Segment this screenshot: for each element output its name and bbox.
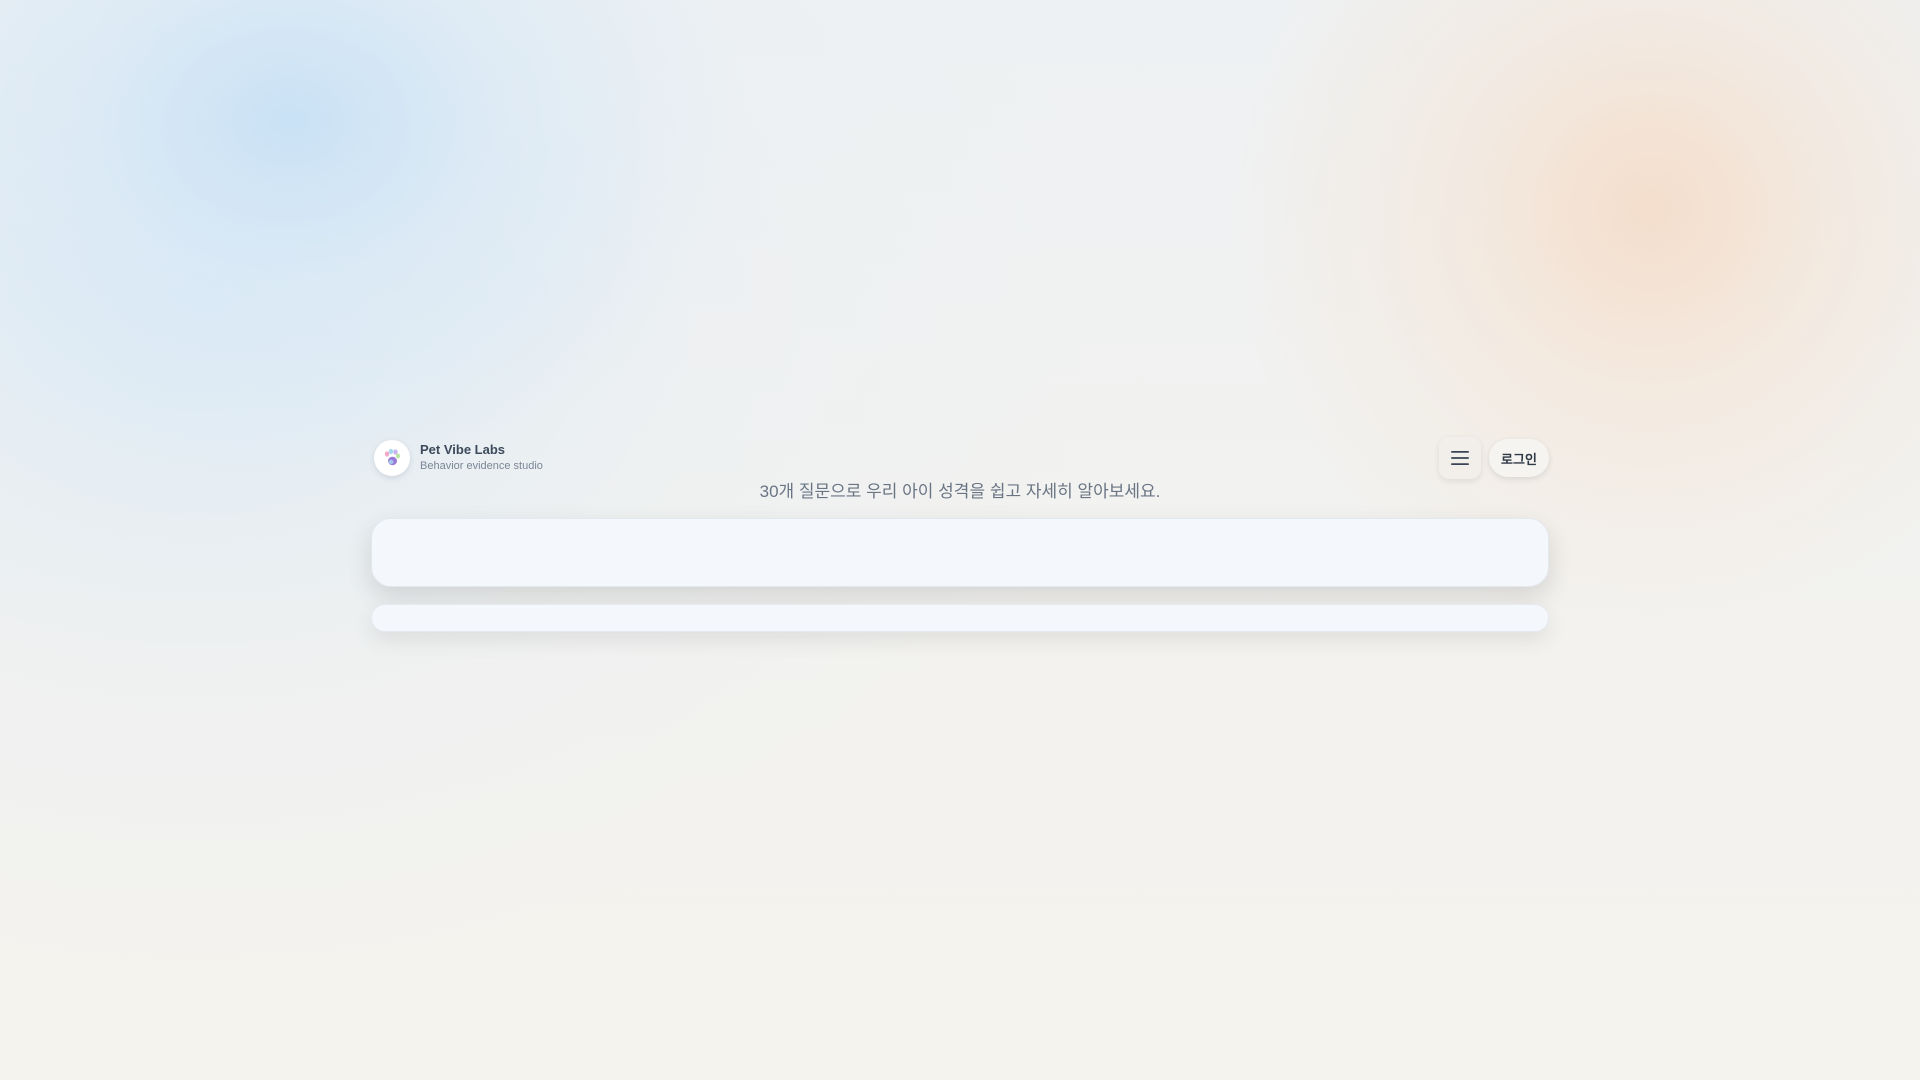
brand-tagline: Behavior evidence studio (420, 460, 543, 472)
page-container: Pet Vibe Labs Behavior evidence studio 로… (371, 437, 1549, 632)
brand[interactable]: Pet Vibe Labs Behavior evidence studio (374, 440, 543, 476)
menu-button[interactable] (1439, 437, 1481, 479)
hamburger-menu-icon (1451, 451, 1469, 465)
logo (374, 440, 410, 476)
main-card (371, 518, 1549, 587)
top-header: Pet Vibe Labs Behavior evidence studio 로… (371, 437, 1549, 479)
secondary-bar (371, 604, 1549, 632)
brand-name: Pet Vibe Labs (420, 442, 506, 457)
page-subtitle: 30개 질문으로 우리 아이 성격을 쉽고 자세히 알아보세요. (759, 482, 1161, 501)
header-actions: 로그인 (1439, 437, 1549, 479)
paw-icon (384, 448, 400, 466)
login-button[interactable]: 로그인 (1489, 439, 1549, 477)
brand-text: Pet Vibe Labs Behavior evidence studio (420, 442, 543, 474)
